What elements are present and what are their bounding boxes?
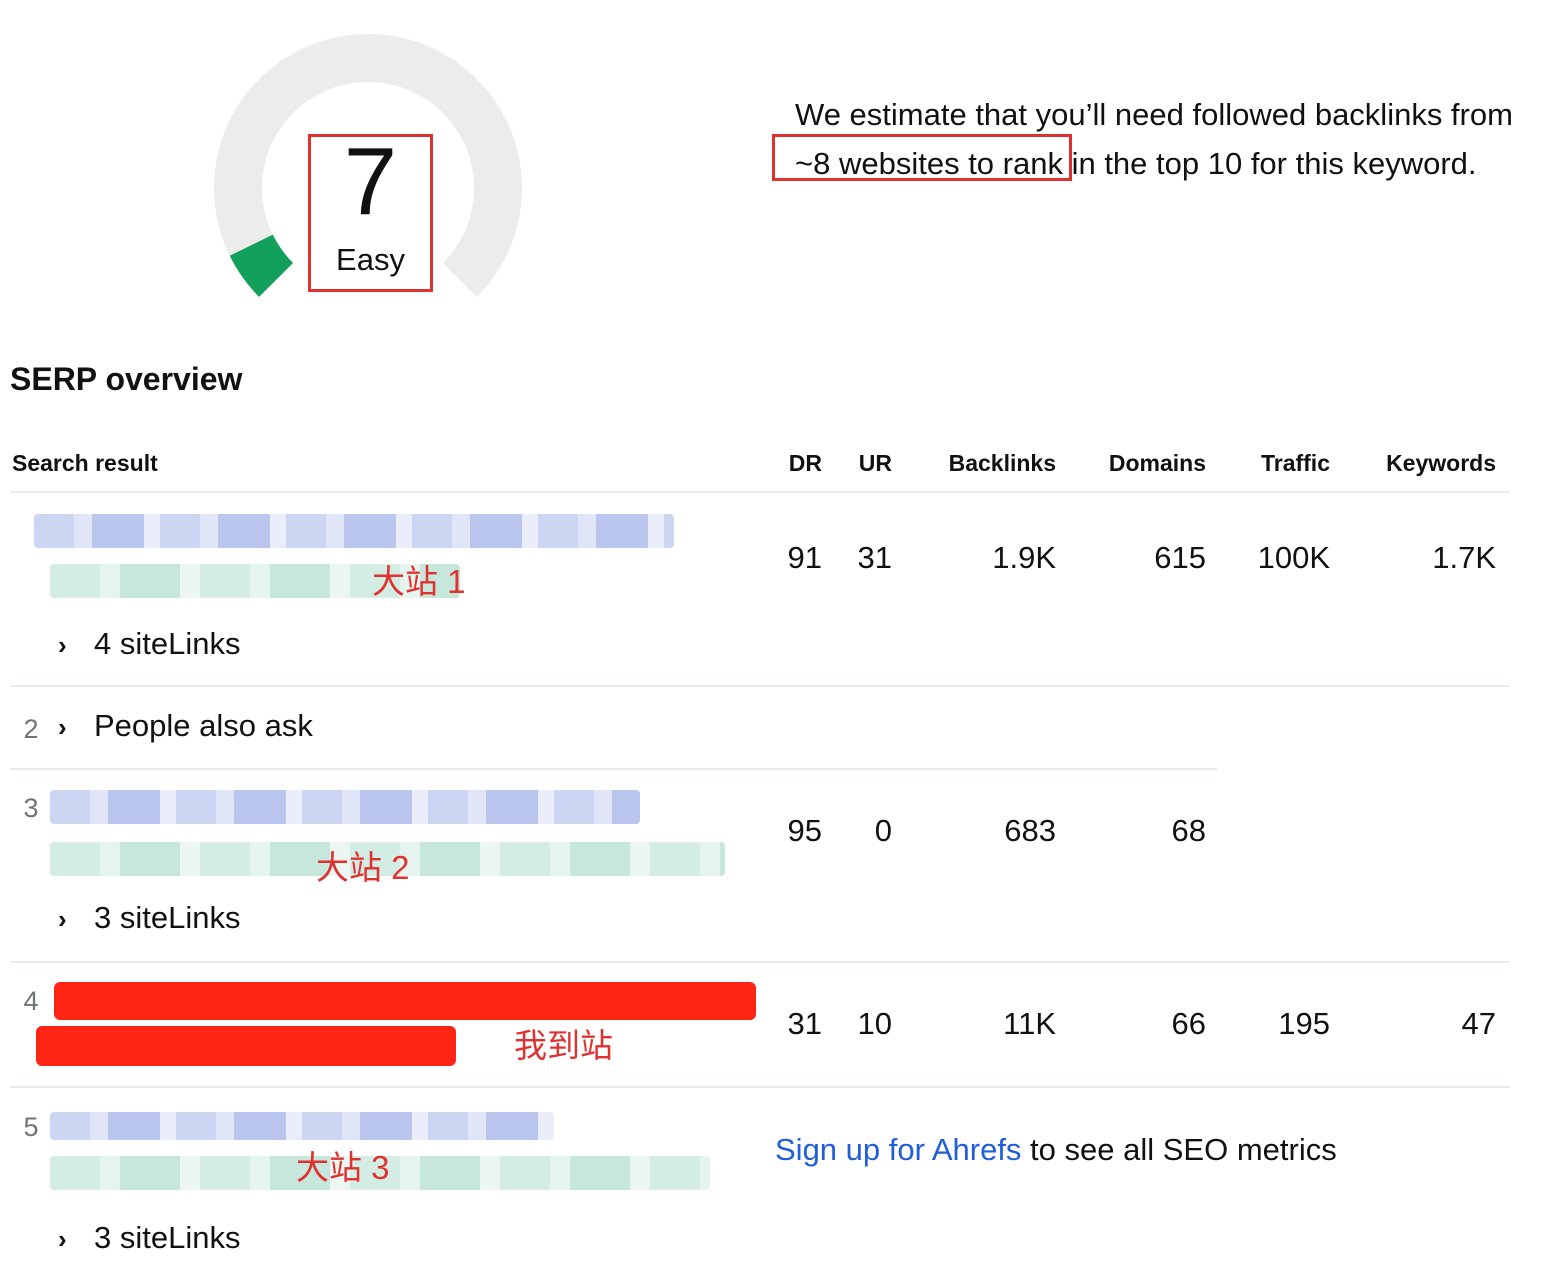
cell-dr: 95 xyxy=(787,813,822,848)
annotation-label: 大站 3 xyxy=(296,1149,390,1186)
estimate-text-before: We estimate that you’ll need followed ba… xyxy=(795,97,1513,132)
annotation-label: 我到站 xyxy=(514,1027,613,1064)
col-header-keywords[interactable]: Keywords xyxy=(1370,448,1496,478)
col-header-domains[interactable]: Domains xyxy=(1090,448,1206,478)
cell-traffic: 195 xyxy=(1278,1006,1330,1041)
chevron-right-icon: › xyxy=(58,630,67,660)
sitelinks-label: 3 siteLinks xyxy=(94,900,241,935)
cell-domains[interactable]: 68 xyxy=(1090,811,1206,851)
cell-domains[interactable]: 66 xyxy=(1090,1004,1206,1044)
cell-backlinks[interactable]: 683 xyxy=(930,811,1056,851)
result-title-redacted[interactable] xyxy=(50,1112,554,1140)
row-divider xyxy=(10,1086,1510,1088)
cell-ur: 31 xyxy=(857,540,892,575)
sitelinks-label: 4 siteLinks xyxy=(94,626,241,661)
cell-ur: 0 xyxy=(874,813,892,848)
cell-backlinks[interactable]: 11K xyxy=(930,1004,1056,1044)
annotation-box-websites xyxy=(772,134,1072,181)
result-url-redacted[interactable] xyxy=(36,1026,456,1066)
col-header-search-result: Search result xyxy=(12,450,158,476)
chevron-right-icon: › xyxy=(58,1224,67,1254)
chevron-right-icon: › xyxy=(58,904,67,934)
cell-keywords[interactable]: 1.7K xyxy=(1370,538,1496,578)
row-position: 5 xyxy=(23,1112,39,1142)
signup-rest-text: to see all SEO metrics xyxy=(1021,1132,1337,1167)
result-title-redacted[interactable] xyxy=(50,790,640,824)
cell-backlinks[interactable]: 1.9K xyxy=(930,538,1056,578)
cell-traffic: 100K xyxy=(1257,540,1330,575)
annotation-label: 大站 2 xyxy=(316,849,410,886)
col-header-backlinks[interactable]: Backlinks xyxy=(930,448,1056,478)
signup-prompt: Sign up for Ahrefs to see all SEO metric… xyxy=(775,1130,1337,1170)
result-title-redacted[interactable] xyxy=(54,982,756,1020)
people-also-ask-label: People also ask xyxy=(94,708,313,743)
row-divider xyxy=(10,768,1217,770)
people-also-ask-expander[interactable]: › People also ask xyxy=(58,706,313,747)
sitelinks-expander[interactable]: › 3 siteLinks xyxy=(58,898,240,939)
cell-ur: 10 xyxy=(857,1006,892,1041)
row-divider xyxy=(10,685,1510,687)
annotation-label: 大站 1 xyxy=(372,563,466,600)
cell-dr: 31 xyxy=(787,1006,822,1041)
col-header-dr[interactable]: DR xyxy=(760,448,822,478)
gauge-fill xyxy=(229,233,294,297)
header-divider xyxy=(10,491,1510,493)
sitelinks-label: 3 siteLinks xyxy=(94,1220,241,1255)
col-header-ur[interactable]: UR xyxy=(840,448,892,478)
cell-dr: 91 xyxy=(787,540,822,575)
row-divider xyxy=(10,961,1510,963)
row-position: 2 xyxy=(23,714,39,744)
row-position: 4 xyxy=(23,986,39,1016)
annotation-box-difficulty xyxy=(308,134,433,292)
cell-domains[interactable]: 615 xyxy=(1090,538,1206,578)
row-position: 3 xyxy=(23,793,39,823)
cell-keywords[interactable]: 47 xyxy=(1370,1004,1496,1044)
result-title-redacted[interactable] xyxy=(34,514,674,548)
sitelinks-expander[interactable]: › 3 siteLinks xyxy=(58,1218,240,1259)
sitelinks-expander[interactable]: › 4 siteLinks xyxy=(58,624,240,665)
signup-link[interactable]: Sign up for Ahrefs xyxy=(775,1132,1021,1167)
chevron-right-icon: › xyxy=(58,712,67,742)
col-header-traffic[interactable]: Traffic xyxy=(1236,448,1330,478)
serp-overview-title: SERP overview xyxy=(10,361,243,397)
